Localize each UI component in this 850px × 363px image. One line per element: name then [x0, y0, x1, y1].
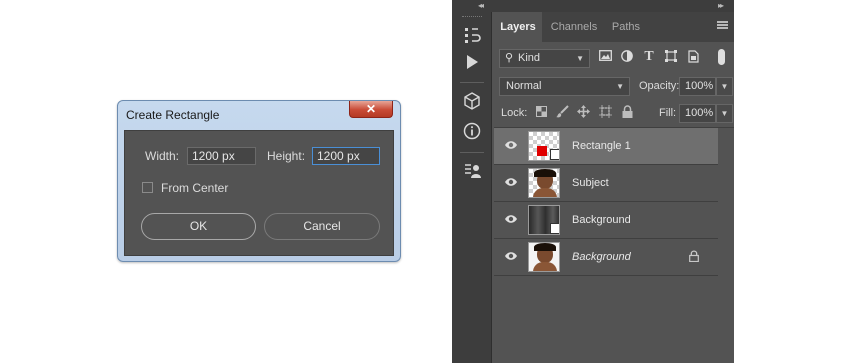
ok-button[interactable]: OK [141, 213, 256, 240]
visibility-eye-icon[interactable] [504, 249, 518, 265]
layer-thumbnail-background-texture [528, 205, 560, 235]
lock-image-pixels-icon[interactable] [555, 105, 569, 119]
3d-icon[interactable] [452, 92, 492, 116]
type-filter-icon[interactable]: T [642, 50, 656, 64]
fill-label: Fill: [659, 107, 677, 119]
shape-color-swatch [537, 146, 547, 156]
layer-thumbnail-background-portrait [528, 242, 560, 272]
kind-filter-label: Kind [518, 52, 541, 64]
actions-play-icon[interactable] [452, 54, 492, 76]
dialog-body: Width: 1200 px Height: 1200 px From Cent… [124, 130, 394, 256]
dialog-title: Create Rectangle [126, 108, 220, 122]
tool-strip-grip[interactable] [462, 16, 482, 19]
shape-filter-icon[interactable] [664, 50, 678, 64]
layer-row-background-smart[interactable]: Background [494, 202, 718, 239]
layers-panel-window: ◂◂ ▸▸ Layers Channels Paths ⚲ Kind ▼ T N… [452, 0, 734, 363]
subject-body [533, 188, 557, 197]
blend-mode-value: Normal [506, 80, 542, 92]
layer-name: Subject [572, 177, 609, 189]
width-field[interactable]: 1200 px [187, 147, 256, 165]
width-label: Width: [145, 149, 180, 163]
from-center-checkbox[interactable] [142, 182, 153, 193]
layer-row-subject[interactable]: Subject [494, 165, 718, 202]
tab-layers[interactable]: Layers [494, 12, 542, 42]
adjustment-filter-icon[interactable] [620, 50, 634, 64]
opacity-field[interactable]: 100% [679, 77, 716, 96]
tab-paths[interactable]: Paths [604, 12, 648, 42]
visibility-eye-icon[interactable] [504, 212, 518, 228]
close-button[interactable]: ✕ [349, 101, 393, 118]
fill-field[interactable]: 100% [679, 104, 716, 123]
opacity-dropdown-icon[interactable]: ▼ [716, 77, 733, 96]
visibility-eye-icon[interactable] [504, 175, 518, 191]
background-portrait [534, 243, 556, 263]
blend-row: Normal ▼ Opacity: 100% ▼ [494, 76, 734, 98]
lock-label: Lock: [501, 107, 528, 119]
from-center-label: From Center [161, 181, 229, 195]
height-field[interactable]: 1200 px [312, 147, 380, 165]
layer-name: Background [572, 251, 631, 263]
layer-lock-icon [689, 250, 699, 265]
smart-object-icon [550, 223, 559, 234]
lock-artboard-icon[interactable] [598, 105, 612, 119]
properties-icon[interactable] [452, 162, 492, 186]
layer-name: Background [572, 214, 631, 226]
tool-separator [460, 82, 484, 83]
smart-object-filter-icon[interactable] [686, 50, 700, 64]
chevron-down-icon: ▼ [576, 54, 584, 63]
tool-strip [452, 12, 492, 363]
lock-position-icon[interactable] [576, 105, 590, 119]
visibility-eye-icon[interactable] [504, 138, 518, 154]
history-icon[interactable] [452, 26, 492, 52]
chevron-down-icon: ▼ [616, 82, 624, 91]
layer-row-rectangle-1[interactable]: Rectangle 1 [494, 128, 718, 165]
cancel-button[interactable]: Cancel [264, 213, 380, 240]
tab-channels[interactable]: Channels [544, 12, 604, 42]
lock-row: Lock: Fill: 100% ▼ [494, 103, 734, 125]
kind-filter-select[interactable]: ⚲ Kind ▼ [499, 49, 590, 68]
collapse-right-icon[interactable]: ▸▸ [718, 0, 724, 12]
tool-separator [460, 152, 484, 153]
opacity-label: Opacity: [639, 80, 680, 92]
lock-all-icon[interactable] [620, 105, 634, 119]
lock-transparent-pixels-icon[interactable] [534, 106, 548, 120]
collapse-left-icon[interactable]: ◂◂ [478, 0, 484, 12]
layer-thumbnail-shape [528, 131, 560, 161]
layer-row-background-locked[interactable]: Background [494, 239, 718, 276]
background-body [533, 262, 557, 271]
layer-name: Rectangle 1 [572, 140, 631, 152]
info-icon[interactable] [452, 122, 492, 146]
height-label: Height: [267, 149, 306, 163]
pixel-filter-icon[interactable] [598, 50, 612, 64]
create-rectangle-dialog: Create Rectangle ✕ Width: 1200 px Height… [117, 100, 401, 262]
filter-toggle-icon[interactable] [718, 49, 725, 65]
panel-top-bar: ◂◂ ▸▸ [452, 0, 734, 12]
panel-menu-icon[interactable] [717, 21, 728, 29]
layer-thumbnail-subject [528, 168, 560, 198]
layers-scrollbar[interactable] [718, 128, 734, 363]
filter-row: ⚲ Kind ▼ T [494, 48, 734, 70]
fill-dropdown-icon[interactable]: ▼ [716, 104, 733, 123]
panel-tab-bar: Layers Channels Paths [494, 12, 734, 42]
vector-mask-icon [550, 149, 559, 160]
search-icon: ⚲ [505, 52, 514, 64]
subject-portrait [534, 169, 556, 189]
blend-mode-select[interactable]: Normal ▼ [499, 77, 630, 96]
